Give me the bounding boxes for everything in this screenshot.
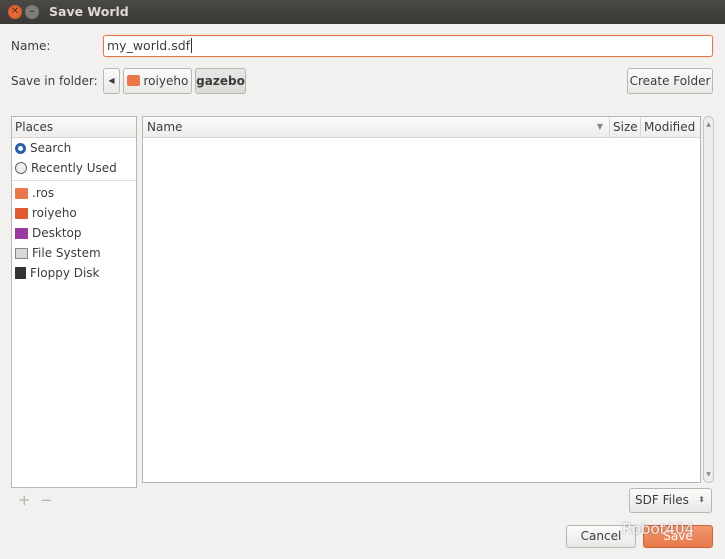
place-ros[interactable]: .ros xyxy=(12,183,136,203)
place-desktop[interactable]: Desktop xyxy=(12,223,136,243)
minimize-button[interactable]: – xyxy=(25,5,39,19)
place-label: Floppy Disk xyxy=(30,266,100,280)
name-input[interactable]: my_world.sdf xyxy=(103,35,713,57)
watermark: Robot404 xyxy=(622,520,695,538)
place-label: Recently Used xyxy=(31,161,117,175)
place-label: Desktop xyxy=(32,226,82,240)
search-icon xyxy=(15,142,26,154)
column-name[interactable]: Name ▼ xyxy=(143,117,609,138)
path-back-button[interactable]: ◀ xyxy=(103,68,120,94)
place-label: File System xyxy=(32,246,101,260)
save-in-folder-label: Save in folder: xyxy=(11,74,98,88)
path-label: roiyeho xyxy=(143,74,189,88)
place-search[interactable]: Search xyxy=(12,138,136,158)
vertical-scrollbar[interactable]: ▲ ▼ xyxy=(703,116,714,483)
window-title: Save World xyxy=(49,4,129,19)
divider xyxy=(12,180,136,181)
place-roiyeho[interactable]: roiyeho xyxy=(12,203,136,223)
home-folder-icon xyxy=(15,207,28,219)
file-list[interactable]: Name ▼ Size Modified xyxy=(142,116,701,483)
name-value: my_world.sdf xyxy=(107,38,191,53)
path-label: gazebo xyxy=(196,74,245,88)
places-header: Places xyxy=(12,117,136,138)
column-size[interactable]: Size xyxy=(609,117,640,138)
file-list-header: Name ▼ Size Modified xyxy=(143,117,700,138)
close-button[interactable]: ✕ xyxy=(8,5,22,19)
spinner-arrows-icon: ⬍ xyxy=(698,495,705,504)
home-folder-icon xyxy=(126,75,140,86)
place-label: roiyeho xyxy=(32,206,77,220)
filter-value: SDF Files xyxy=(635,493,689,507)
path-button-gazebo[interactable]: gazebo xyxy=(195,68,246,94)
file-filter-select[interactable]: SDF Files ⬍ xyxy=(629,488,712,513)
places-panel: Places Search Recently Used .ros roiyeho… xyxy=(11,116,137,488)
place-floppy-disk[interactable]: Floppy Disk xyxy=(12,263,136,283)
place-label: .ros xyxy=(32,186,55,200)
sort-arrow-icon: ▼ xyxy=(596,122,603,131)
add-place-button[interactable]: + xyxy=(18,491,31,509)
desktop-icon xyxy=(15,227,28,239)
folder-icon xyxy=(15,187,28,199)
column-modified[interactable]: Modified xyxy=(640,117,702,138)
clock-icon xyxy=(15,162,27,174)
scroll-up-icon[interactable]: ▲ xyxy=(704,121,713,128)
path-button-roiyeho[interactable]: roiyeho xyxy=(123,68,192,94)
floppy-icon xyxy=(15,267,26,279)
place-recently-used[interactable]: Recently Used xyxy=(12,158,136,178)
name-label: Name: xyxy=(11,39,51,53)
column-label: Name xyxy=(147,120,183,134)
remove-place-button[interactable]: − xyxy=(40,491,53,509)
title-bar: ✕ – Save World xyxy=(0,0,725,24)
place-label: Search xyxy=(30,141,72,155)
create-folder-button[interactable]: Create Folder xyxy=(627,68,713,94)
scroll-down-icon[interactable]: ▼ xyxy=(704,471,713,478)
drive-icon xyxy=(15,247,28,259)
place-file-system[interactable]: File System xyxy=(12,243,136,263)
